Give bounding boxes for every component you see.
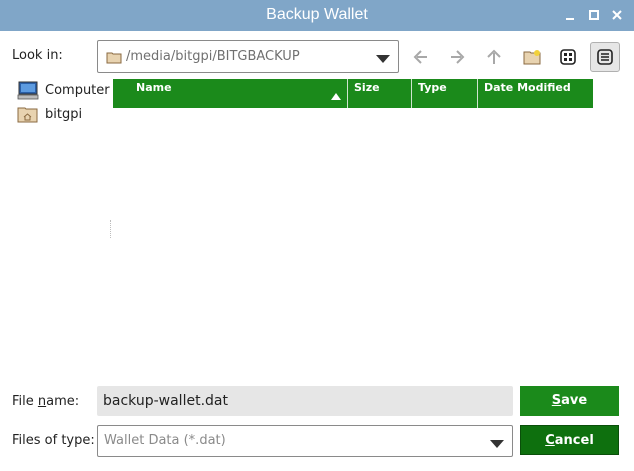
- back-button[interactable]: [405, 42, 435, 72]
- column-header-label: Size: [354, 81, 380, 94]
- icon-view-button[interactable]: [553, 42, 583, 72]
- column-header-date-modified[interactable]: Date Modified: [478, 79, 593, 108]
- column-header-name[interactable]: Name: [113, 79, 348, 108]
- icon-view-icon: [560, 49, 576, 65]
- forward-button[interactable]: [443, 42, 473, 72]
- sidebar-item-label: Computer: [45, 82, 110, 98]
- file-name-value: backup-wallet.dat: [103, 393, 228, 409]
- sort-ascending-icon: [331, 90, 341, 103]
- files-of-type-label: Files of type:: [12, 433, 95, 448]
- column-header-size[interactable]: Size: [348, 79, 412, 108]
- look-in-combo[interactable]: /media/bitgpi/BITGBACKUP: [97, 40, 399, 73]
- new-folder-button[interactable]: [517, 42, 547, 72]
- file-name-label: File name:: [12, 394, 80, 409]
- look-in-path: /media/bitgpi/BITGBACKUP: [126, 49, 300, 64]
- chevron-down-icon[interactable]: [376, 55, 390, 63]
- home-folder-icon: [17, 104, 39, 124]
- detail-view-button[interactable]: [590, 42, 620, 72]
- save-button[interactable]: Save: [520, 386, 619, 416]
- splitter-handle[interactable]: [110, 220, 113, 238]
- back-arrow-icon: [413, 50, 427, 64]
- column-header-label: Type: [418, 81, 447, 94]
- sidebar-item-label: bitgpi: [45, 106, 83, 122]
- column-header-label: Date Modified: [484, 81, 571, 94]
- sidebar-item-bitgpi[interactable]: bitgpi: [17, 103, 82, 125]
- title-bar[interactable]: Backup Wallet: [0, 0, 634, 31]
- files-of-type-combo[interactable]: Wallet Data (*.dat): [97, 425, 513, 457]
- forward-arrow-icon: [451, 50, 465, 64]
- maximize-icon[interactable]: [584, 5, 604, 25]
- new-folder-icon: [523, 50, 541, 65]
- up-arrow-icon: [487, 49, 501, 64]
- files-of-type-value: Wallet Data (*.dat): [104, 433, 226, 448]
- window-title: Backup Wallet: [266, 6, 368, 23]
- parent-directory-button[interactable]: [479, 42, 509, 72]
- file-list[interactable]: [113, 108, 593, 378]
- minimize-icon[interactable]: [560, 5, 580, 25]
- look-in-label: Look in:: [12, 48, 63, 63]
- column-header-label: Name: [136, 81, 172, 94]
- chevron-down-icon[interactable]: [490, 440, 504, 448]
- folder-icon: [106, 49, 122, 69]
- computer-icon: [17, 80, 39, 100]
- detail-view-icon: [597, 49, 613, 65]
- file-name-input[interactable]: backup-wallet.dat: [97, 386, 513, 416]
- sidebar-item-computer[interactable]: Computer: [17, 79, 110, 101]
- cancel-button[interactable]: Cancel: [520, 425, 619, 455]
- close-icon[interactable]: [607, 5, 627, 25]
- column-header-type[interactable]: Type: [412, 79, 478, 108]
